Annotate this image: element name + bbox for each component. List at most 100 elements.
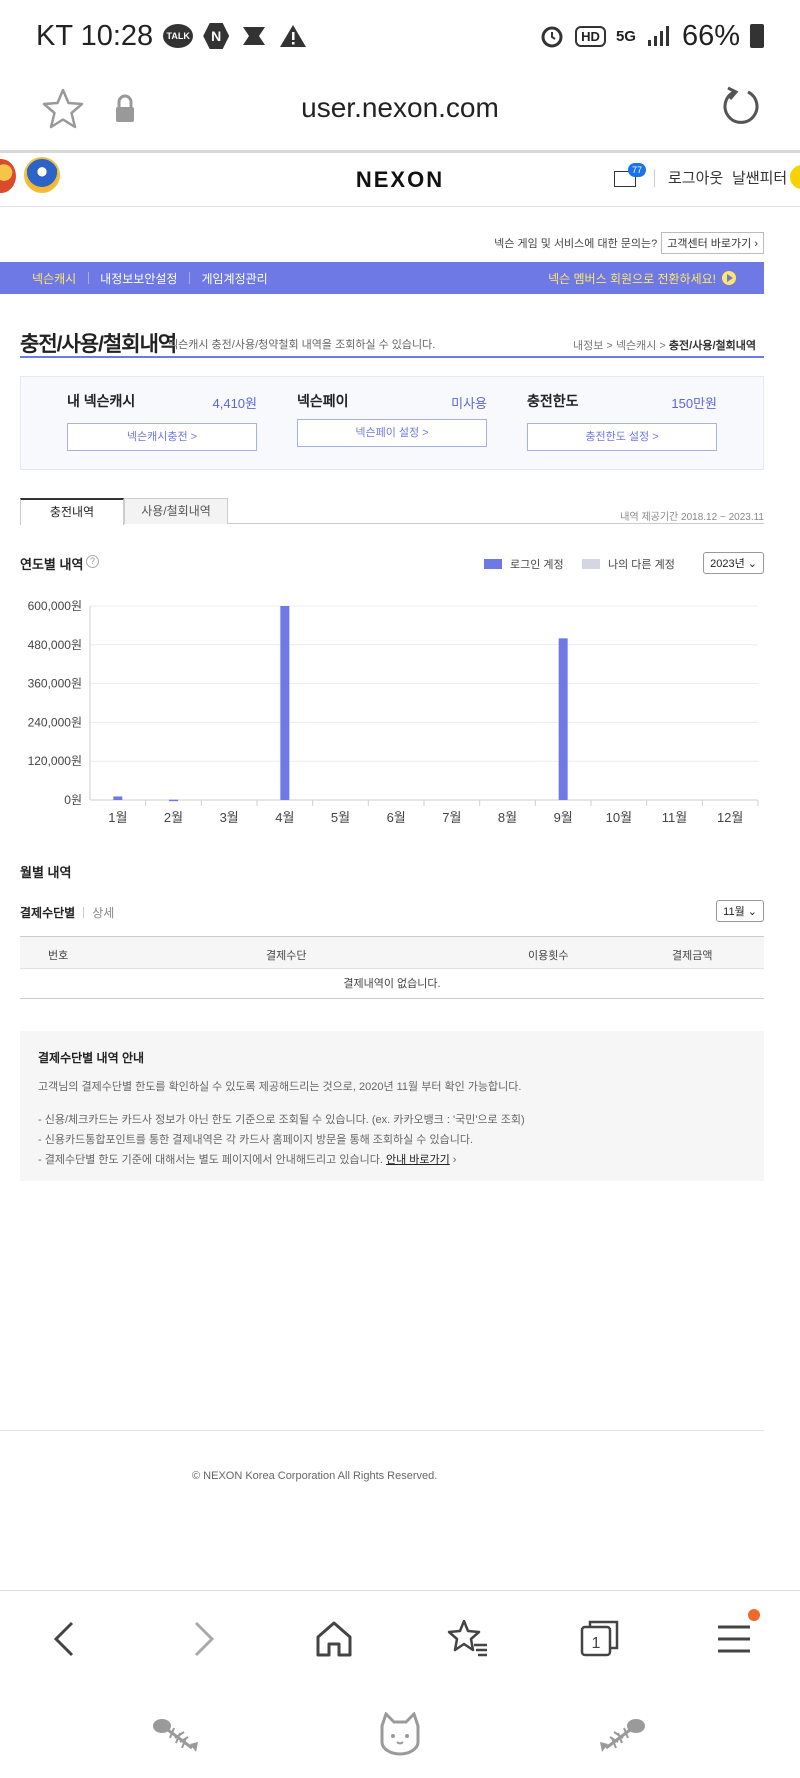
alarm-icon: [539, 23, 565, 49]
x-tick-label: 5월: [331, 810, 350, 825]
fishbone-back-icon[interactable]: [598, 1712, 648, 1756]
account-nav: 넥슨캐시 내정보보안설정 게임계정관리 넥슨 멤버스 회원으로 전환하세요!: [0, 262, 764, 294]
subtab-divider: [83, 907, 85, 918]
legend-other-label: 나의 다른 계정: [608, 559, 675, 571]
fishbone-recents-icon[interactable]: [150, 1712, 200, 1756]
col-payment-method: 결제수단: [266, 950, 307, 962]
hd-icon: HD: [575, 25, 606, 47]
x-tick-label: 6월: [387, 810, 406, 825]
help-question: 넥슨 게임 및 서비스에 대한 문의는?: [494, 238, 658, 250]
naver-icon: N: [203, 23, 230, 49]
breadcrumb-path[interactable]: 내정보 > 넥슨캐시 >: [573, 340, 669, 352]
legend-login-label: 로그인 계정: [510, 559, 564, 571]
tab-by-payment[interactable]: 결제수단별: [20, 904, 75, 921]
tab-nexon-cash[interactable]: 넥슨캐시: [20, 270, 88, 287]
my-cash-label: 내 넥슨캐시: [67, 393, 136, 409]
notice-title: 결제수단별 내역 안내: [38, 1051, 145, 1065]
notice-line-3-text: - 결제수단별 한도 기준에 대해서는 별도 페이지에서 안내해드리고 있습니다…: [38, 1154, 386, 1166]
table-header: 번호 결제수단 이용횟수 결제금액: [20, 937, 764, 969]
tabs-count: 1: [592, 1635, 601, 1652]
payment-table: 번호 결제수단 이용횟수 결제금액 결제내역이 없습니다.: [20, 936, 764, 999]
cat-home-icon[interactable]: [375, 1712, 425, 1756]
header-divider: [654, 169, 655, 187]
tab-detail[interactable]: 상세: [92, 904, 114, 921]
y-tick-label: 600,000원: [28, 599, 82, 613]
charge-limit-value: 150만원: [671, 396, 717, 411]
back-icon[interactable]: [44, 1617, 88, 1661]
history-tabs: 충전내역 사용/철회내역 내역 제공기간 2018.12 ~ 2023.11: [20, 498, 764, 525]
x-tick-label: 10월: [606, 810, 632, 825]
help-icon[interactable]: ?: [86, 555, 99, 568]
payment-notice: 결제수단별 내역 안내 고객님의 결제수단별 한도를 확인하실 수 있도록 제공…: [20, 1031, 764, 1181]
notice-line-1: - 신용/체크카드는 카드사 정보가 아닌 한도 기준으로 조회될 수 있습니다…: [38, 1114, 525, 1126]
charge-limit-label: 충전한도: [527, 393, 579, 409]
tab-security[interactable]: 내정보보안설정: [88, 270, 189, 287]
monthly-title: 월별 내역: [20, 865, 72, 880]
bar-로그인 계정-2월: [169, 799, 178, 802]
yearly-bar-chart: 0원 120,000원 240,000원 360,000원 480,000원 600,00…: [28, 599, 759, 825]
cash-summary: 내 넥슨캐시 4,410원 넥슨캐시충전 > 넥슨페이 미사용 넥슨페이 설정 …: [20, 376, 764, 470]
year-select-value: 2023년: [710, 558, 745, 570]
col-use-count: 이용횟수: [528, 950, 569, 962]
y-tick-label: 120,000원: [28, 754, 82, 768]
y-tick-label: 480,000원: [28, 638, 82, 652]
status-bar: KT 10:28 TALK N HD 5G 66%: [0, 0, 800, 72]
bookmarks-icon[interactable]: [446, 1617, 490, 1661]
guide-link[interactable]: 안내 바로가기: [386, 1154, 450, 1166]
x-tick-label: 11월: [662, 810, 687, 825]
tab-use-history[interactable]: 사용/철회내역: [124, 498, 228, 524]
notice-intro: 고객님의 결제수단별 한도를 확인하실 수 있도록 제공해드리는 것으로, 20…: [38, 1081, 522, 1093]
cash-charge-button[interactable]: 넥슨캐시충전 >: [67, 423, 257, 451]
forward-icon[interactable]: [180, 1617, 224, 1661]
month-select-value: 11월: [723, 906, 745, 918]
x-tick-label: 4월: [275, 810, 294, 825]
tabs-icon[interactable]: 1: [578, 1617, 622, 1661]
page-description: 넥슨캐시 충전/사용/청약철회 내역을 조회하실 수 있습니다.: [168, 339, 436, 351]
logout-link[interactable]: 로그아웃: [668, 167, 723, 188]
messenger-icon: [239, 23, 269, 49]
members-promo-link[interactable]: 넥슨 멤버스 회원으로 전환하세요!: [548, 270, 736, 287]
notification-dot: [748, 1609, 760, 1621]
home-icon[interactable]: [312, 1617, 356, 1661]
notice-line-3: - 결제수단별 한도 기준에 대해서는 별도 페이지에서 안내해드리고 있습니다…: [38, 1154, 457, 1166]
tab-charge-history[interactable]: 충전내역: [20, 498, 124, 525]
nexon-pay-value: 미사용: [451, 396, 487, 411]
play-icon: [722, 271, 736, 285]
monthly-subtabs: 결제수단별 상세: [20, 904, 114, 921]
legend-login: 로그인 계정: [484, 556, 564, 572]
x-tick-label: 8월: [498, 810, 517, 825]
legend-swatch-login: [484, 559, 502, 569]
x-tick-label: 2월: [164, 810, 183, 825]
x-tick-label: 7월: [442, 810, 461, 825]
history-period: 내역 제공기간 2018.12 ~ 2023.11: [620, 512, 764, 523]
menu-icon[interactable]: [712, 1617, 756, 1661]
breadcrumb: 내정보 > 넥슨캐시 > 충전/사용/철회내역: [573, 337, 756, 353]
page-title: 충전/사용/철회내역: [20, 333, 177, 356]
legend-swatch-other: [582, 559, 600, 569]
table-empty-message: 결제내역이 없습니다.: [20, 969, 764, 999]
customer-center-button[interactable]: 고객센터 바로가기 ›: [661, 232, 764, 254]
url-text[interactable]: user.nexon.com: [0, 92, 800, 124]
yearly-title: 연도별 내역: [20, 557, 84, 572]
kakaotalk-icon: TALK: [163, 24, 194, 48]
mail-count-badge: 77: [628, 163, 646, 177]
bar-로그인 계정-9월: [558, 638, 568, 800]
system-nav-bar: [0, 1682, 800, 1778]
year-select[interactable]: 2023년 ⌄: [703, 552, 764, 574]
bar-로그인 계정-4월: [280, 606, 290, 800]
col-number: 번호: [48, 950, 69, 962]
x-tick-label: 12월: [717, 810, 743, 825]
username-link[interactable]: 날쌘피터: [732, 167, 787, 188]
x-tick-label: 9월: [554, 810, 573, 825]
help-line: 넥슨 게임 및 서비스에 대한 문의는? 고객센터 바로가기 ›: [494, 232, 764, 254]
reload-icon[interactable]: [718, 84, 764, 130]
promo-text: 넥슨 멤버스 회원으로 전환하세요!: [548, 271, 716, 286]
y-tick-label: 0원: [64, 793, 82, 807]
month-select[interactable]: 11월 ⌄: [716, 900, 764, 922]
charge-limit-settings-button[interactable]: 충전한도 설정 >: [527, 423, 717, 451]
nexon-pay-settings-button[interactable]: 넥슨페이 설정 >: [297, 419, 487, 447]
tab-game-account[interactable]: 게임계정관리: [189, 270, 279, 287]
network-5g-icon: 5G: [615, 27, 636, 45]
breadcrumb-current: 충전/사용/철회내역: [668, 340, 756, 352]
y-tick-label: 360,000원: [28, 677, 82, 691]
